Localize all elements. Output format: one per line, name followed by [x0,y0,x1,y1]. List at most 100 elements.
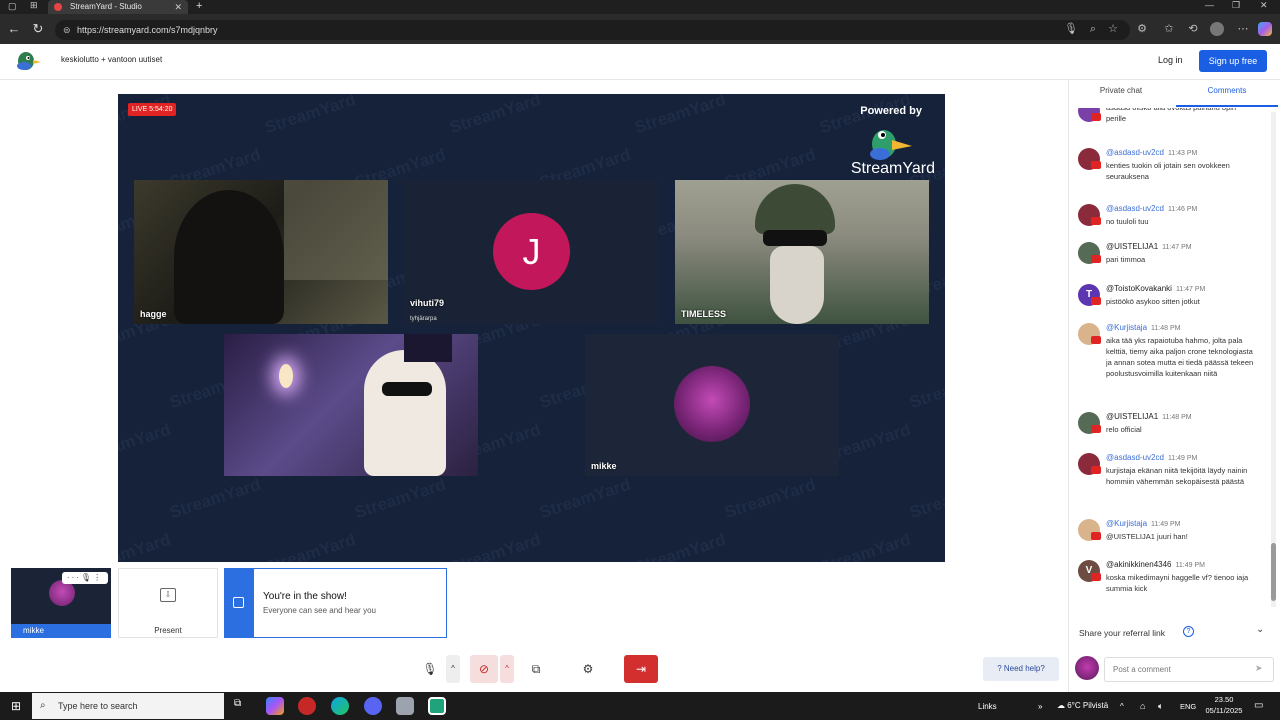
comment-author[interactable]: @Kurjistaja 11:48 PM [1106,323,1180,332]
extensions-icon[interactable]: ⚙︎ [1133,14,1151,44]
favorite-star-icon[interactable]: ☆ [1104,14,1122,44]
comment-input[interactable]: Post a comment [1104,657,1274,682]
send-icon[interactable]: ➤ [1255,663,1263,674]
comment-author[interactable]: @asdasd-uv2cd 11:46 PM [1106,204,1197,213]
clock-date[interactable]: 05/11/2025 [1200,706,1248,715]
tab-comments[interactable]: Comments [1176,86,1278,95]
browser-tab-strip [0,0,1280,14]
kebab-menu-icon[interactable]: ⋮ [93,573,103,582]
windows-start-icon[interactable]: ⊞ [0,692,32,720]
comments-list[interactable]: asdasd olisko alla ovokas painanu opin p… [1070,108,1268,612]
tray-chevron-icon[interactable]: ^ [1120,702,1124,711]
network-icon[interactable]: ⌂ [1140,701,1145,711]
links-toolbar[interactable]: Links [978,702,997,711]
mic-small-icon[interactable]: 🎙︎ [81,573,93,582]
cloud-icon: ☁ [1057,701,1068,710]
new-tab-icon[interactable]: + [196,0,202,12]
volume-icon[interactable]: 🔈︎ [1158,701,1163,712]
active-app-icon[interactable] [428,697,446,715]
clock-time[interactable]: 23.50 [1200,695,1248,704]
streamyard-watermark: StreamYard [118,419,173,468]
self-tile-controls[interactable]: ···🎙︎⋮ [62,572,108,584]
comment-text: kenties tuokin oli jotain sen ovokkeen s… [1106,161,1230,181]
close-tab-icon[interactable]: ✕ [174,0,182,14]
history-icon[interactable]: ⟲ [1184,14,1202,44]
comments-scrollbar[interactable] [1271,112,1276,607]
restore-icon[interactable]: ❐ [1232,0,1240,11]
app-icon[interactable] [396,697,414,715]
youtube-icon [1091,297,1101,305]
browser-tab[interactable]: StreamYard - Studio ✕ [48,0,188,14]
back-icon[interactable]: ← [4,14,24,44]
mic-options-chevron-icon[interactable]: ^ [446,655,460,683]
comment-author[interactable]: @Kurjistaja 11:49 PM [1106,519,1180,528]
comment-username: @ToistoKovakanki [1106,284,1172,293]
streamyard-logo-icon[interactable] [15,50,41,72]
streamyard-watermark: StreamYard [907,474,945,523]
streamyard-watermark: StreamYard [447,529,543,562]
comment-author[interactable]: @akinikkinen4346 11:49 PM [1106,560,1205,569]
notifications-icon[interactable]: ▭ [1254,700,1263,711]
opera-icon[interactable] [298,697,316,715]
mic-icon[interactable]: 🎙︎ [416,655,444,683]
camera-options-chevron-icon[interactable]: ^ [500,655,514,683]
comment-author[interactable]: @asdasd-uv2cd 11:49 PM [1106,453,1197,462]
comment-text: pistöökö asykoo sitten jotkut [1106,297,1200,306]
comment-username: @Kurjistaja [1106,519,1148,528]
tab-private-chat[interactable]: Private chat [1080,86,1162,95]
settings-icon[interactable]: ⚙︎ [574,655,602,683]
links-chevron-icon[interactable]: » [1038,702,1042,711]
zoom-icon[interactable]: ⌕ [1084,14,1102,44]
comment-author[interactable]: @ToistoKovakanki 11:47 PM [1106,284,1205,293]
participant-tile-hagge[interactable]: hagge [134,180,388,324]
leave-studio-icon[interactable]: ⇥ [624,655,658,683]
streamyard-watermark: StreamYard [447,94,543,138]
close-window-icon[interactable]: ✕ [1260,0,1268,11]
edge-icon[interactable] [331,697,349,715]
login-link[interactable]: Log in [1158,55,1183,65]
help-button[interactable]: ? Need help? [983,657,1059,681]
language-indicator[interactable]: ENG [1180,702,1196,711]
camera-off-icon[interactable]: ⊘ [470,655,498,683]
comment-time: 11:49 PM [1175,562,1205,569]
profile-avatar-icon[interactable] [1210,22,1224,36]
participant-sunglasses [382,382,432,396]
streamyard-watermark: StreamYard [352,474,448,523]
comment-username: @asdasd-uv2cd [1106,453,1164,462]
mic-permission-icon[interactable]: 🎙︎ [1062,14,1080,44]
comment-username: @UISTELIJA1 [1106,242,1159,251]
comments-scroll-thumb[interactable] [1271,543,1276,601]
tab-actions-icon[interactable]: ⊞ [30,0,38,11]
comment-author[interactable]: @UISTELIJA1 11:47 PM [1106,242,1192,251]
streamyard-watermark: StreamYard [817,529,913,562]
reload-icon[interactable]: ↻ [28,14,48,44]
participant-tile-mikke[interactable]: mikke [585,334,839,476]
task-view-icon[interactable]: ⧉ [234,698,241,709]
comment-time: 11:49 PM [1167,455,1198,462]
taskbar-search[interactable]: Type here to search [32,693,224,719]
participant-tile-timeless[interactable]: TIMELESS [675,180,929,324]
window-menu-icon[interactable]: ▢ [8,1,17,12]
screen-share-icon[interactable]: ⧉ [522,655,550,683]
minimize-icon[interactable]: — [1205,0,1214,10]
referral-label[interactable]: Share your referral link [1079,628,1165,638]
copilot-icon[interactable] [1258,22,1272,36]
comment-username: @akinikkinen4346 [1106,560,1172,569]
discord-icon[interactable] [364,697,382,715]
participant-tile-vihuti79[interactable]: J vihuti79 tyhjärarpa [404,180,658,324]
signup-button[interactable]: Sign up free [1199,50,1267,72]
more-menu-icon[interactable]: ⋯ [1234,14,1252,44]
favorites-icon[interactable]: ✩ [1160,14,1178,44]
address-bar[interactable]: ⊜ https://streamyard.com/s7mdjqnbry [55,20,1130,40]
participant-tile-4[interactable] [224,334,478,476]
chevron-down-icon[interactable]: ⌄ [1256,624,1264,635]
comment-author[interactable]: @asdasd-uv2cd 11:43 PM [1106,148,1197,157]
referral-help-icon[interactable]: ? [1183,626,1194,637]
copilot-taskbar-icon[interactable] [266,697,284,715]
notice-title: You're in the show! [263,591,347,602]
weather-widget[interactable]: ☁ 6°C Pilvistä [1057,701,1108,710]
site-info-icon[interactable]: ⊜ [63,20,71,40]
more-dots-icon[interactable]: ··· [67,573,81,582]
participant-video [364,350,446,476]
comment-author[interactable]: @UISTELIJA1 11:48 PM [1106,412,1192,421]
